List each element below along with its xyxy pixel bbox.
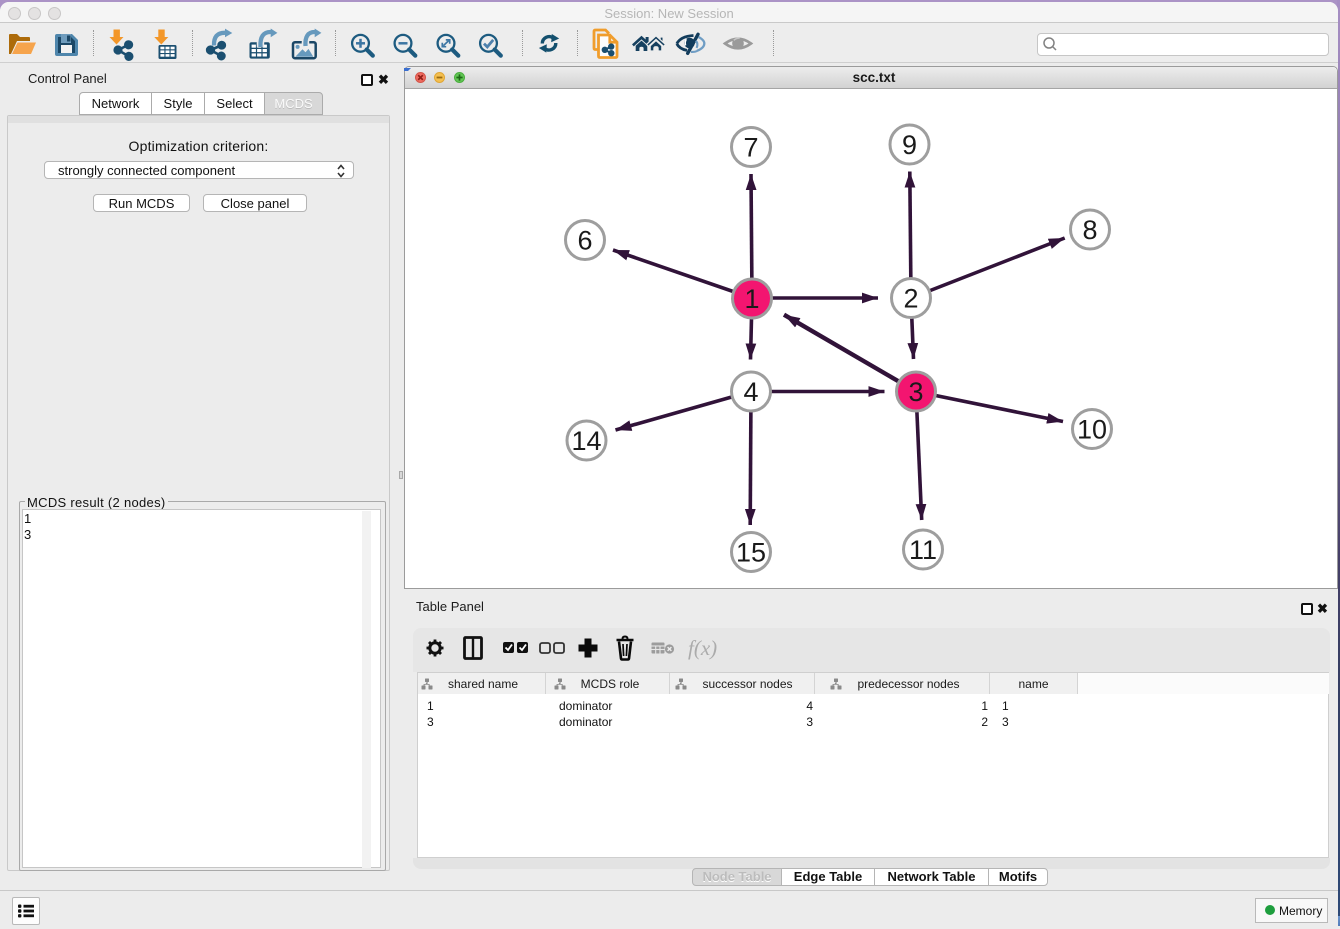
svg-text:8: 8 xyxy=(1082,215,1097,245)
svg-text:15: 15 xyxy=(736,538,766,568)
svg-text:2: 2 xyxy=(903,284,918,314)
svg-text:11: 11 xyxy=(909,535,937,565)
svg-text:10: 10 xyxy=(1077,415,1107,445)
svg-text:3: 3 xyxy=(908,377,923,407)
svg-text:f(x): f(x) xyxy=(688,636,717,660)
svg-text:14: 14 xyxy=(571,426,601,456)
svg-text:7: 7 xyxy=(743,133,758,163)
svg-text:9: 9 xyxy=(902,130,917,160)
svg-text:6: 6 xyxy=(577,226,592,256)
svg-text:1: 1 xyxy=(744,284,759,314)
svg-text:4: 4 xyxy=(743,377,758,407)
